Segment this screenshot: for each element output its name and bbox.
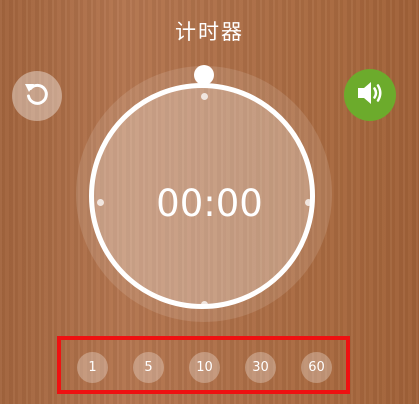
- sound-button[interactable]: [344, 69, 396, 121]
- dial-tick-bottom: [201, 301, 208, 308]
- preset-button-30[interactable]: 30: [245, 352, 276, 383]
- speaker-icon: [353, 76, 387, 114]
- preset-button-5[interactable]: 5: [133, 352, 164, 383]
- preset-button-1[interactable]: 1: [77, 352, 108, 383]
- reset-button[interactable]: [12, 71, 62, 121]
- preset-button-10[interactable]: 10: [189, 352, 220, 383]
- dial-tick-top: [201, 93, 208, 100]
- preset-button-60[interactable]: 60: [301, 352, 332, 383]
- reset-icon: [22, 79, 52, 113]
- dial-handle[interactable]: [194, 65, 214, 85]
- page-title: 计时器: [175, 20, 244, 44]
- timer-display: 00:00: [156, 182, 263, 225]
